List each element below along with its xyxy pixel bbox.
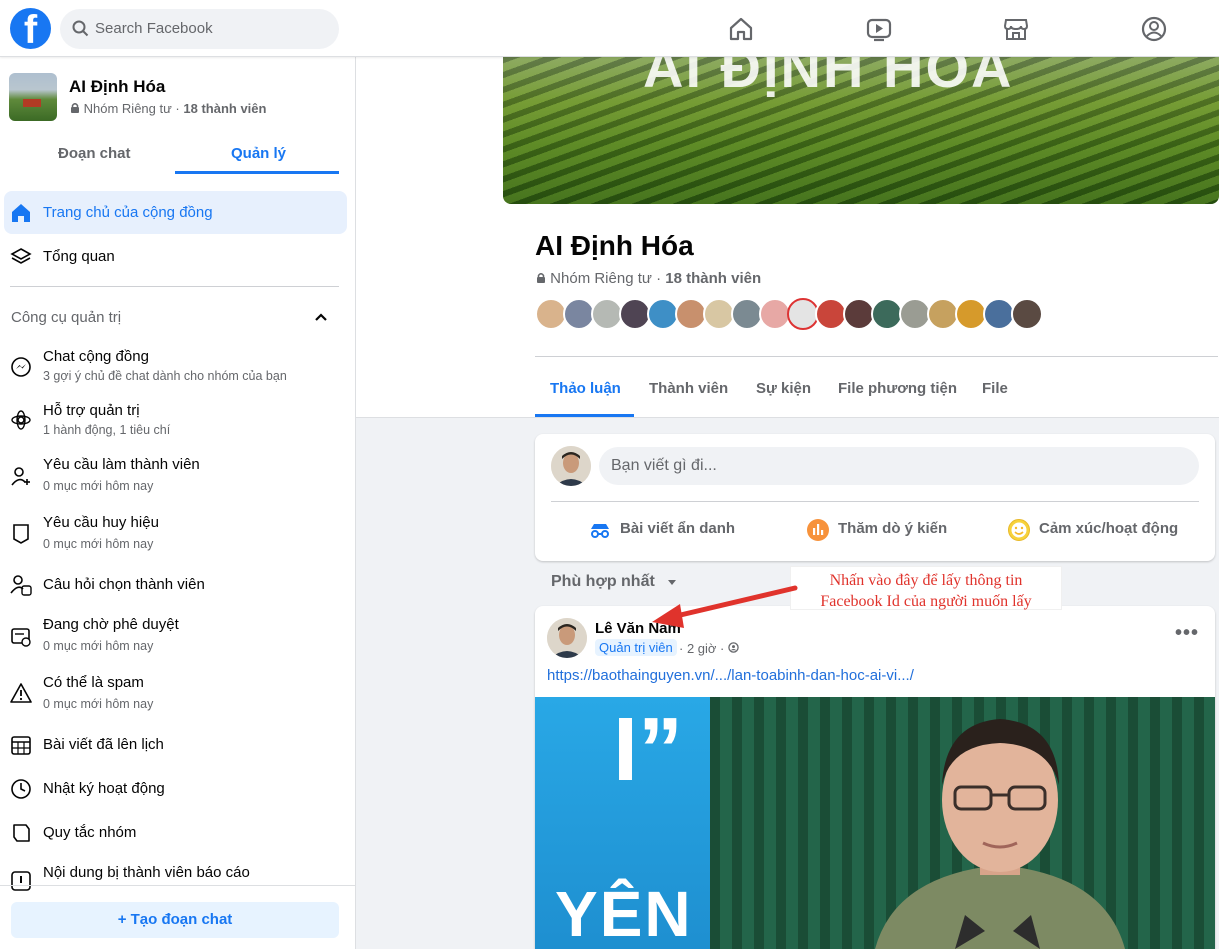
warning-icon: [10, 683, 32, 703]
search-icon: [72, 20, 89, 37]
video-icon[interactable]: [864, 14, 894, 44]
sidebar-item-sub: 0 mục mới hôm nay: [43, 479, 154, 493]
groups-icon[interactable]: [1139, 14, 1169, 44]
divider: [551, 501, 1199, 502]
sidebar-item-badge-requests[interactable]: Yêu cầu huy hiệu: [43, 514, 159, 531]
clock-icon: [11, 779, 31, 799]
sidebar-item-sub: 1 hành động, 1 tiêu chí: [43, 423, 171, 437]
person-photo: [875, 719, 1125, 949]
group-title[interactable]: AI Định Hóa: [535, 230, 694, 262]
member-question-icon: [10, 575, 32, 596]
poll-button[interactable]: Thăm dò ý kiến: [838, 520, 947, 537]
group-name[interactable]: AI Định Hóa: [69, 77, 165, 97]
more-options-icon[interactable]: •••: [1175, 622, 1199, 645]
divider: [10, 286, 339, 287]
group-meta: Nhóm Riêng tư · 18 thành viên: [536, 270, 761, 287]
sidebar-item-overview[interactable]: Tổng quan: [43, 248, 115, 265]
feed-post: Lê Văn Nam Quản trị viên · 2 giờ · ••• h…: [535, 606, 1215, 949]
sidebar-item-pending-approval[interactable]: Đang chờ phê duyệt: [43, 616, 179, 633]
avatar[interactable]: [547, 618, 587, 658]
tab-events[interactable]: Sự kiện: [756, 380, 811, 397]
post-timestamp[interactable]: · 2 giờ ·: [679, 641, 739, 656]
sidebar-item-sub: 0 mục mới hôm nay: [43, 697, 154, 711]
post-input[interactable]: Bạn viết gì đi...: [599, 447, 1199, 485]
sidebar-item-scheduled-posts[interactable]: Bài viết đã lên lịch: [43, 736, 164, 753]
badge-icon: [13, 524, 29, 544]
sidebar-item-member-questions[interactable]: Câu hỏi chọn thành viên: [43, 576, 205, 593]
admin-assist-icon: [11, 410, 31, 430]
messenger-icon: [11, 357, 31, 377]
search-input[interactable]: Search Facebook: [60, 9, 339, 49]
group-thumbnail[interactable]: [9, 73, 57, 121]
cover-title-text: AI ĐỊNH HÓA: [643, 57, 1014, 99]
group-meta: Nhóm Riêng tư · 18 thành viên: [70, 101, 266, 116]
facebook-logo[interactable]: f: [10, 8, 51, 52]
group-header: AI ĐỊNH HÓA AI Định Hóa Nhóm Riêng tư · …: [356, 57, 1219, 418]
sidebar-item-sub: 0 mục mới hôm nay: [43, 639, 154, 653]
tab-discussion[interactable]: Thảo luận: [550, 380, 621, 397]
post-link[interactable]: https://baothainguyen.vn/.../lan-toabinh…: [547, 667, 914, 684]
chevron-up-icon[interactable]: [313, 309, 329, 325]
home-icon: [12, 204, 30, 222]
audience-icon: [728, 642, 739, 653]
plus-icon: +: [117, 911, 127, 928]
active-tab-indicator: [535, 414, 634, 417]
anonymous-post-button[interactable]: Bài viết ẩn danh: [620, 520, 735, 537]
admin-tools-title: Công cụ quản trị: [11, 309, 122, 326]
anonymous-icon: [591, 524, 609, 538]
group-admin-sidebar: AI Định Hóa Nhóm Riêng tư · 18 thành viê…: [0, 57, 356, 949]
divider: [0, 885, 355, 886]
sidebar-item-sub: 3 gợi ý chủ đề chat dành cho nhóm của bạ…: [43, 369, 287, 383]
feeling-activity-button[interactable]: Cảm xúc/hoạt động: [1039, 520, 1178, 537]
sidebar-item-sub: 0 mục mới hôm nay: [43, 537, 154, 551]
sidebar-item-label: Trang chủ của cộng đồng: [43, 204, 213, 221]
home-icon[interactable]: [726, 14, 756, 44]
calendar-icon: [11, 736, 31, 755]
tab-manage[interactable]: Quản lý: [231, 145, 286, 162]
sidebar-item-spam[interactable]: Có thể là spam: [43, 674, 144, 691]
tab-members[interactable]: Thành viên: [649, 380, 728, 397]
sort-dropdown[interactable]: Phù hợp nhất: [551, 573, 655, 591]
lock-icon: [71, 103, 79, 113]
active-tab-indicator: [175, 171, 339, 174]
tab-chats[interactable]: Đoạn chat: [58, 145, 131, 162]
sidebar-item-community-chat[interactable]: Chat cộng đồng: [43, 348, 149, 365]
poll-icon: [807, 519, 829, 541]
pending-icon: [11, 628, 31, 647]
tab-files[interactable]: File: [982, 380, 1008, 397]
admin-badge: Quản trị viên: [595, 639, 677, 656]
caret-down-icon[interactable]: [667, 579, 677, 587]
tab-media[interactable]: File phương tiện: [838, 380, 957, 397]
layers-icon: [10, 248, 32, 264]
report-icon: [11, 871, 31, 891]
sidebar-item-activity-log[interactable]: Nhật ký hoạt động: [43, 780, 165, 797]
sidebar-item-member-reports[interactable]: Nội dung bị thành viên báo cáo: [43, 864, 250, 881]
post-author-name[interactable]: Lê Văn Nam: [595, 620, 681, 637]
avatar[interactable]: [1011, 298, 1043, 330]
post-composer: Bạn viết gì đi... Bài viết ẩn danh Thăm …: [535, 434, 1215, 561]
marketplace-icon[interactable]: [1001, 14, 1031, 44]
create-chat-button[interactable]: + Tạo đoạn chat: [11, 902, 339, 938]
sidebar-item-admin-assist[interactable]: Hỗ trợ quản trị: [43, 402, 140, 419]
avatar[interactable]: [551, 446, 591, 486]
search-placeholder: Search Facebook: [95, 20, 213, 37]
sidebar-item-member-requests[interactable]: Yêu cầu làm thành viên: [43, 456, 200, 473]
post-image[interactable]: I” YÊN: [535, 697, 1215, 949]
annotation-text: Nhấn vào đây để lấy thông tin Facebook I…: [820, 572, 1032, 610]
divider: [535, 356, 1218, 357]
smile-icon: [1008, 519, 1030, 541]
member-request-icon: [11, 467, 30, 486]
rules-icon: [13, 824, 30, 842]
cover-photo[interactable]: AI ĐỊNH HÓA: [503, 57, 1219, 204]
top-navigation-bar: f Search Facebook: [0, 0, 1219, 57]
sidebar-item-group-rules[interactable]: Quy tắc nhóm: [43, 824, 136, 841]
lock-icon: [537, 273, 545, 283]
